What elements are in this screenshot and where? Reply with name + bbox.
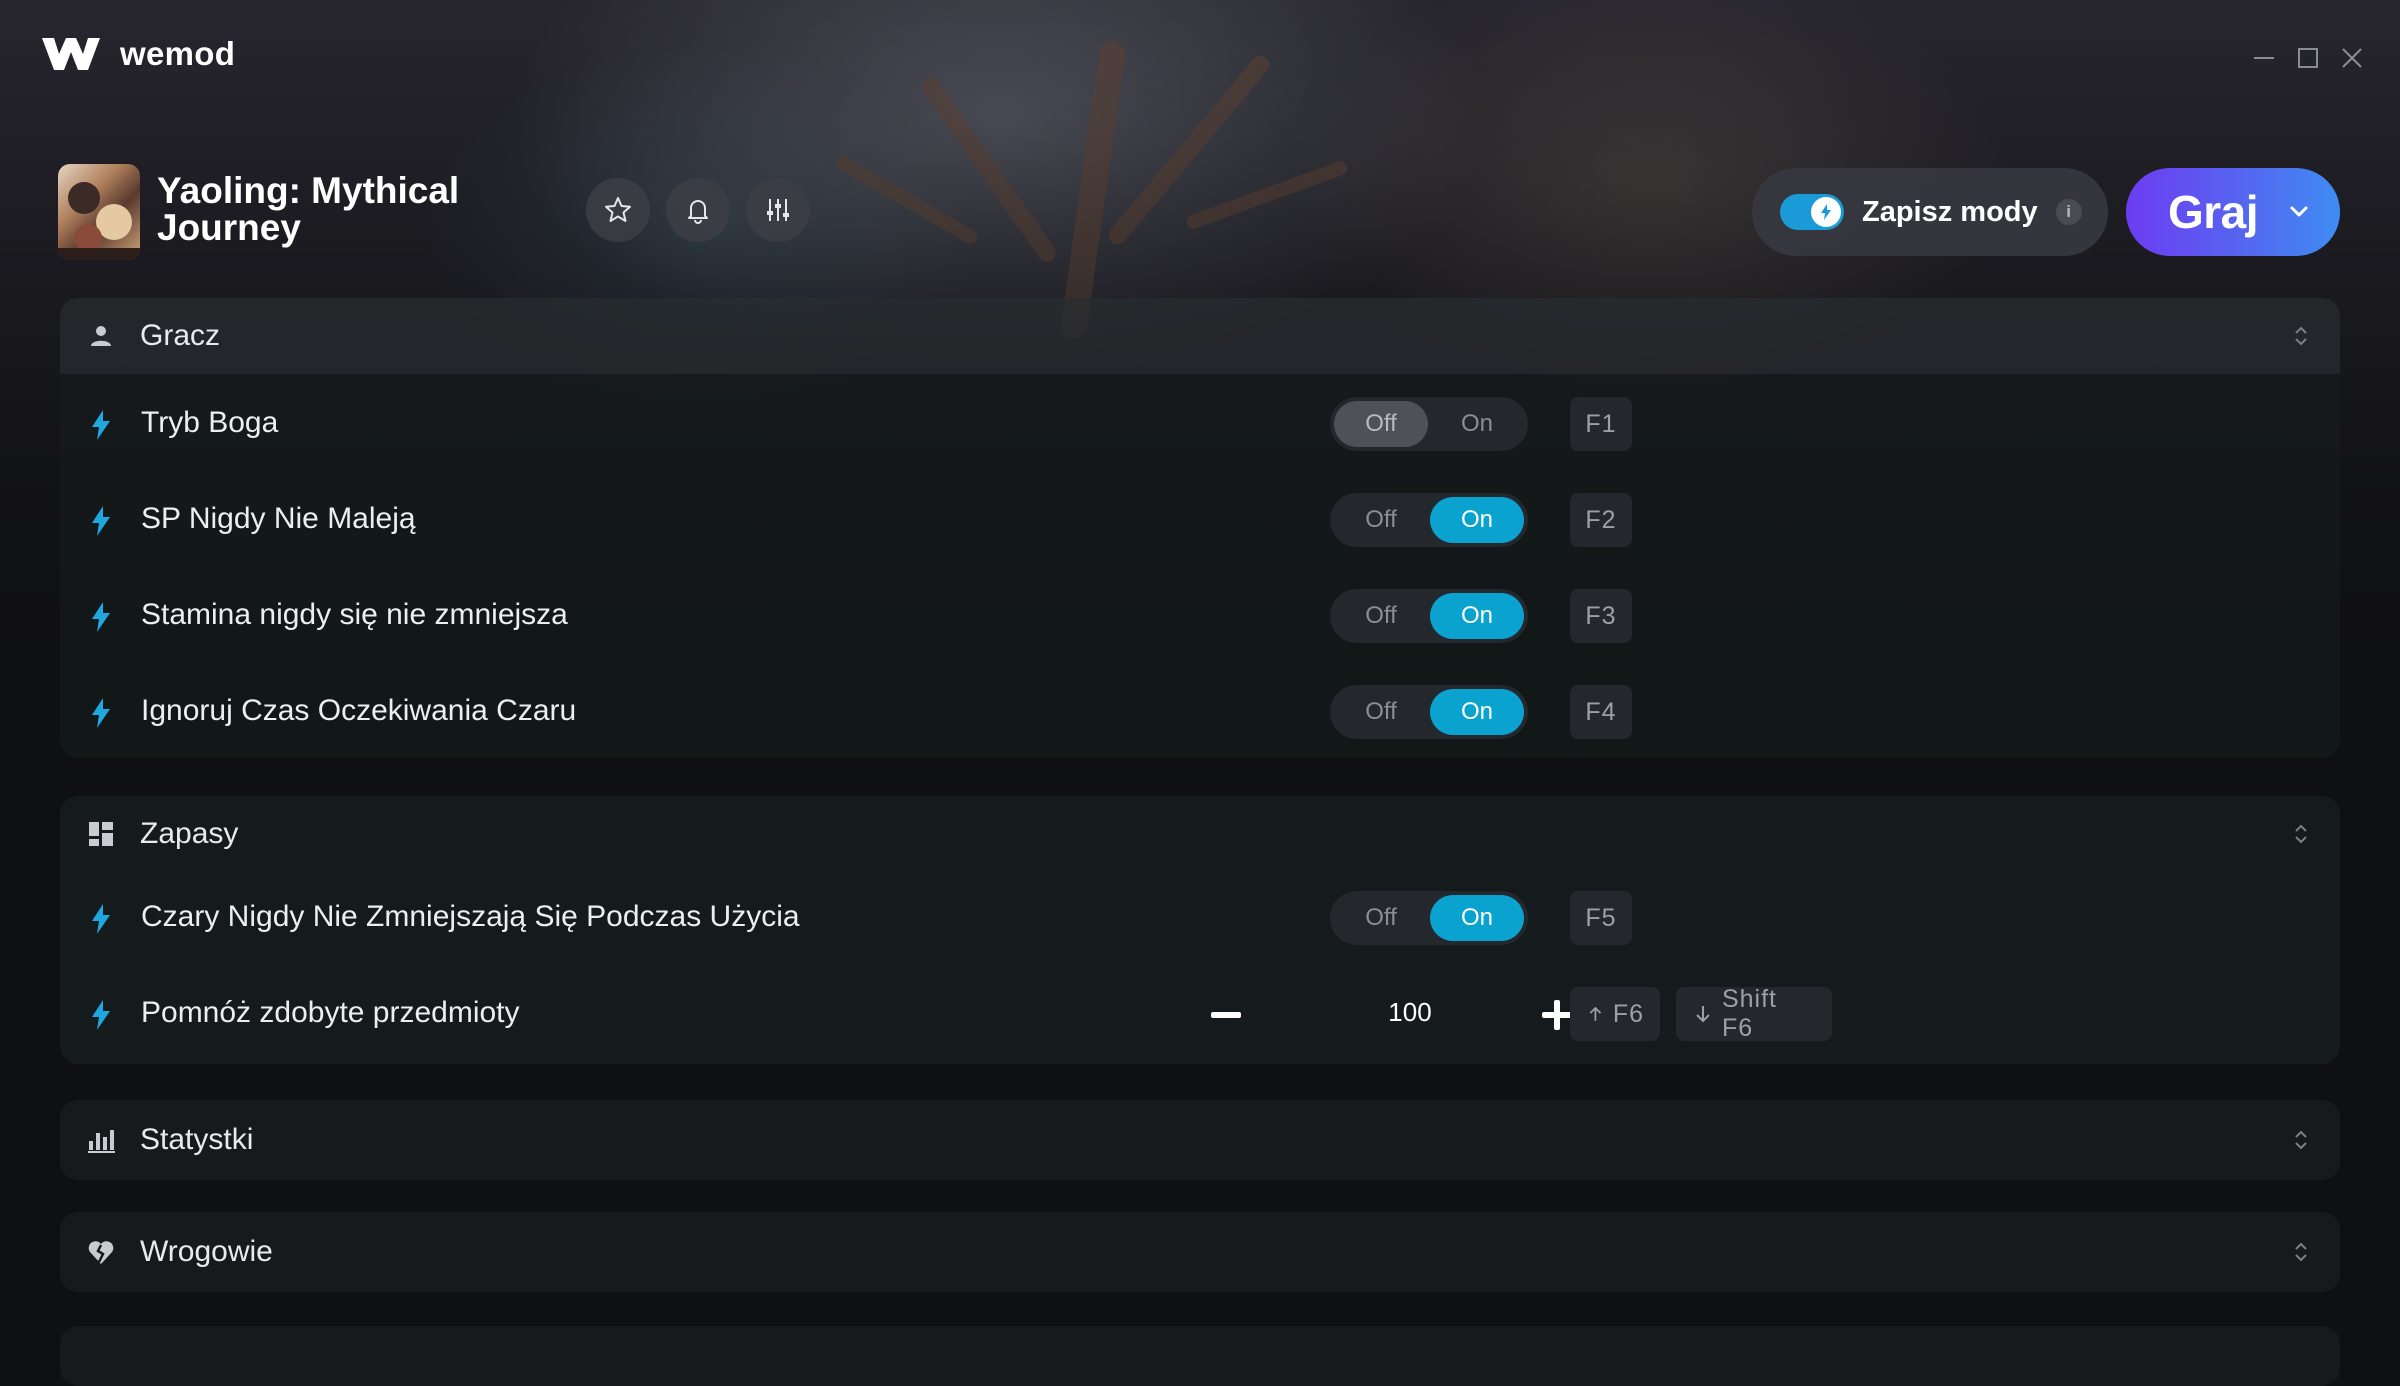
section-statystki[interactable]: Statystki [60,1100,2340,1180]
bolt-icon [92,904,110,934]
hotkey-decrease-badge[interactable]: Shift F6 [1676,985,1832,1042]
mod-label: Pomnóż zdobyte przedmioty [141,996,520,1029]
collapse-icon[interactable] [2288,821,2314,847]
toggle-on[interactable]: On [1430,689,1524,735]
bell-icon [688,200,708,224]
broken-heart-icon [88,1241,114,1264]
mod-label: Tryb Boga [141,406,279,439]
section-title: Statystki [140,1123,254,1156]
mod-toggle[interactable]: Off On [1330,589,1528,643]
maximize-icon [2298,48,2318,68]
section-title: Zapasy [140,817,239,850]
arrow-up-icon [1589,1006,1602,1021]
mod-toggle[interactable]: Off On [1330,685,1528,739]
toggle-off[interactable]: Off [1334,497,1428,543]
section-header-statystki[interactable]: Statystki [60,1102,2340,1178]
minimize-icon [2254,57,2274,59]
toggle-on[interactable]: On [1430,895,1524,941]
mod-label: Ignoruj Czas Oczekiwania Czaru [141,694,577,727]
collapse-icon[interactable] [2288,323,2314,349]
expand-icon[interactable] [2288,1127,2314,1153]
save-mods-control[interactable]: Zapisz mody i [1752,168,2108,256]
hotkey-label: F6 [1612,999,1644,1028]
toggle-off[interactable]: Off [1334,593,1428,639]
mod-row: SP Nigdy Nie Maleją Off On F2 [60,474,2340,570]
mod-label: Czary Nigdy Nie Zmniejszają Się Podczas … [141,900,800,933]
sliders-icon [767,199,789,221]
toggle-on[interactable]: On [1430,401,1524,447]
hotkey-badge[interactable]: F2 [1570,493,1632,547]
game-thumbnail [58,164,140,260]
plus-icon [1542,1000,1572,1030]
person-icon [91,326,111,346]
minimize-button[interactable] [2246,40,2282,76]
section-header-wrogowie[interactable]: Wrogowie [60,1214,2340,1290]
mod-row: Tryb Boga Off On F1 [60,378,2340,474]
section-next[interactable] [60,1326,2340,1386]
bolt-icon [1821,204,1831,220]
game-cover-art [58,182,140,260]
mod-label: SP Nigdy Nie Maleją [141,502,416,535]
section-title: Wrogowie [140,1235,273,1268]
hotkey-label: Shift F6 [1721,985,1777,1042]
hotkey-badge[interactable]: F5 [1570,891,1632,945]
bolt-icon [92,1000,110,1030]
bolt-icon [92,410,110,440]
play-label: Graj [2168,186,2259,238]
mod-toggle[interactable]: Off On [1330,397,1528,451]
toggle-on[interactable]: On [1430,593,1524,639]
maximize-button[interactable] [2290,40,2326,76]
mod-row: Ignoruj Czas Oczekiwania Czaru Off On F4 [60,666,2340,762]
minus-icon [1211,1012,1241,1018]
mod-row: Pomnóż zdobyte przedmioty 100 F6 Shift F… [60,968,2340,1064]
star-icon [605,197,631,222]
favorite-button[interactable] [586,178,650,242]
hotkey-badge[interactable]: F4 [1570,685,1632,739]
close-button[interactable] [2334,40,2370,76]
wemod-logo-icon [42,38,100,70]
dashboard-icon [89,822,113,846]
notifications-button[interactable] [666,178,730,242]
close-icon [2342,48,2362,68]
bolt-icon [92,506,110,536]
expand-icon[interactable] [2288,1239,2314,1265]
hotkey-increase-badge[interactable]: F6 [1570,987,1660,1041]
section-wrogowie[interactable]: Wrogowie [60,1212,2340,1292]
chevron-down-icon[interactable] [2284,197,2314,227]
toggle-off[interactable]: Off [1334,689,1428,735]
bolt-icon [92,698,110,728]
hotkey-badge[interactable]: F1 [1570,397,1632,451]
save-mods-toggle[interactable] [1780,194,1844,230]
stepper-value[interactable]: 100 [1350,997,1470,1028]
bar-chart-icon [88,1130,115,1153]
mod-toggle[interactable]: Off On [1330,891,1528,945]
play-button[interactable]: Graj [2126,168,2340,256]
toggle-on[interactable]: On [1430,497,1524,543]
arrow-down-icon [1696,1006,1710,1023]
mod-settings-button[interactable] [746,178,810,242]
mod-row: Stamina nigdy się nie zmniejsza Off On F… [60,570,2340,666]
bolt-icon [92,602,110,632]
section-header-zapasy[interactable]: Zapasy [60,796,2340,872]
section-zapasy: Zapasy Czary Nigdy Nie Zmniejszają Się P… [60,796,2340,1064]
section-header-gracz[interactable]: Gracz [60,298,2340,374]
wemod-logo: wemod [40,34,235,74]
decrease-button[interactable] [1201,990,1251,1040]
toggle-off[interactable]: Off [1334,895,1428,941]
brand-name: wemod [120,35,236,72]
game-title: Yaoling: Mythical Journey [157,170,460,248]
section-title: Gracz [140,319,221,352]
hotkey-badge[interactable]: F3 [1570,589,1632,643]
mod-toggle[interactable]: Off On [1330,493,1528,547]
info-icon[interactable]: i [2055,199,2082,225]
mod-row: Czary Nigdy Nie Zmniejszają Się Podczas … [60,872,2340,968]
toggle-off[interactable]: Off [1334,401,1428,447]
section-gracz: Gracz Tryb Boga Off On F1 SP Nigdy Nie M… [60,298,2340,758]
mod-label: Stamina nigdy się nie zmniejsza [141,598,568,631]
save-mods-label: Zapisz mody [1862,195,2038,228]
